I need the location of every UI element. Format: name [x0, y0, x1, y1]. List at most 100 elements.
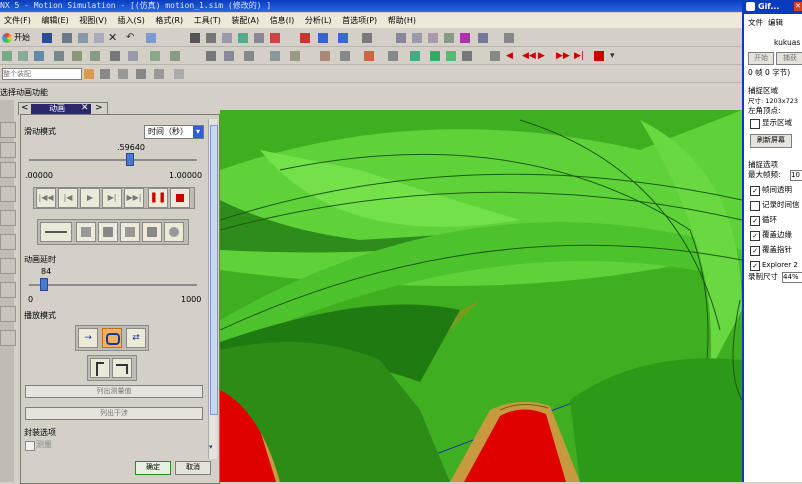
gif-menu-file[interactable]: 文件	[748, 18, 763, 28]
gear-icon[interactable]	[54, 51, 64, 61]
measure-icon[interactable]	[504, 33, 514, 43]
first-frame-icon[interactable]	[490, 51, 500, 61]
list-measure-button[interactable]: 列出测量值	[25, 385, 203, 398]
play-once-button[interactable]: →	[78, 328, 98, 348]
scroll-down-icon[interactable]: ▾	[209, 443, 213, 451]
point-icon[interactable]	[412, 33, 422, 43]
measure-tool[interactable]	[142, 222, 162, 242]
fast-forward-button[interactable]: ▶▶|	[124, 188, 144, 208]
menu-tools[interactable]: 工具(T)	[190, 13, 225, 28]
display-icon[interactable]	[206, 33, 216, 43]
marker-icon[interactable]	[170, 51, 180, 61]
cancel-button[interactable]: 取消	[175, 461, 211, 475]
copy-icon[interactable]	[78, 33, 88, 43]
gif-transparent-checkbox[interactable]: ✓	[750, 186, 760, 196]
simulation-navigator-icon[interactable]	[0, 186, 16, 202]
tab-close-icon[interactable]: ✕	[81, 103, 89, 114]
articulation-icon[interactable]	[430, 51, 440, 61]
stop-button[interactable]	[170, 188, 190, 208]
explode-icon[interactable]	[340, 51, 350, 61]
trace-tool[interactable]	[76, 222, 96, 242]
menu-file[interactable]: 文件(F)	[0, 13, 35, 28]
pause-button[interactable]: ❚❚	[148, 188, 168, 208]
tab-forward-icon[interactable]: >	[95, 103, 103, 114]
slider-mode-select[interactable]: 时间（秒） ▾	[144, 125, 204, 139]
tracker-tool[interactable]	[164, 222, 184, 242]
web-browser-icon[interactable]	[0, 258, 16, 274]
stop-icon[interactable]	[462, 51, 472, 61]
explode-tool[interactable]	[98, 222, 118, 242]
face-icon[interactable]	[460, 33, 470, 43]
joint-icon[interactable]	[34, 51, 44, 61]
undo-icon[interactable]: ↶	[126, 33, 136, 43]
torque-icon[interactable]	[128, 51, 138, 61]
gif-menu-edit[interactable]: 编辑	[768, 18, 783, 28]
trace-icon[interactable]	[320, 51, 330, 61]
menu-insert[interactable]: 插入(S)	[114, 13, 149, 28]
play-icon[interactable]	[446, 51, 456, 61]
history-icon[interactable]	[0, 210, 16, 226]
solver-icon[interactable]	[206, 51, 216, 61]
loop-button[interactable]	[102, 328, 122, 348]
menu-help[interactable]: 帮助(H)	[384, 13, 420, 28]
force-icon[interactable]	[110, 51, 120, 61]
edge-icon[interactable]	[444, 33, 454, 43]
list-interference-button[interactable]: 列出干涉	[25, 407, 203, 420]
gif-explorer-checkbox[interactable]: ✓	[750, 261, 760, 271]
menu-assembly[interactable]: 装配(A)	[227, 13, 263, 28]
gif-max-fps-input[interactable]: 10	[790, 170, 802, 181]
menu-view[interactable]: 视图(V)	[75, 13, 111, 28]
assembly-navigator-icon[interactable]	[0, 122, 16, 138]
interference-tool[interactable]	[120, 222, 140, 242]
palette-icon[interactable]	[0, 330, 16, 346]
gif-start-button[interactable]: 开始	[748, 52, 774, 65]
time-slider-thumb[interactable]	[126, 153, 135, 166]
scrollbar-thumb[interactable]	[210, 125, 218, 415]
interference-icon[interactable]	[364, 51, 374, 61]
graphics-viewport[interactable]	[220, 110, 742, 482]
layer-icon[interactable]	[190, 33, 200, 43]
role-icon[interactable]	[0, 282, 16, 298]
refresh-icon[interactable]	[270, 33, 280, 43]
contact-icon[interactable]	[150, 51, 160, 61]
gif-cover-pointer-checkbox[interactable]: ✓	[750, 246, 760, 256]
graph-icon[interactable]	[244, 51, 254, 61]
reuse-library-icon[interactable]	[0, 234, 16, 250]
cloud-icon[interactable]	[174, 69, 184, 79]
gif-record-size-input[interactable]: 44%	[782, 272, 802, 283]
body-icon[interactable]	[478, 33, 488, 43]
constraint-navigator-icon[interactable]	[0, 142, 16, 158]
play-back-icon[interactable]: ◀◀	[522, 51, 536, 61]
rotate-icon[interactable]	[238, 33, 248, 43]
dialog-scrollbar[interactable]: ▾	[208, 119, 218, 459]
cut-icon[interactable]	[62, 33, 72, 43]
menu-preferences[interactable]: 首选项(P)	[338, 13, 381, 28]
delete-icon[interactable]: ✕	[108, 32, 118, 43]
tab-back-icon[interactable]: <	[21, 103, 29, 114]
cube-icon[interactable]	[338, 33, 348, 43]
spreadsheet-icon[interactable]	[270, 51, 280, 61]
step-back-button[interactable]: |◀	[58, 188, 78, 208]
play-button[interactable]: ▶	[80, 188, 100, 208]
gif-cover-border-checkbox[interactable]: ✓	[750, 231, 760, 241]
gif-capture-button[interactable]: 捕获	[776, 52, 802, 65]
gif-loop-checkbox[interactable]: ✓	[750, 216, 760, 226]
next-frame-icon[interactable]: ▶▶	[556, 51, 570, 61]
measure-list-tool[interactable]	[40, 222, 72, 242]
filter-icon[interactable]	[100, 69, 110, 79]
link-icon[interactable]	[18, 51, 28, 61]
show-hide-icon[interactable]	[154, 69, 164, 79]
selection-filter-input[interactable]	[2, 68, 82, 80]
menu-edit[interactable]: 编辑(E)	[37, 13, 72, 28]
animation-icon[interactable]	[410, 51, 420, 61]
measure-tool-icon[interactable]	[388, 51, 398, 61]
gif-record-time-checkbox[interactable]	[750, 201, 760, 211]
select-icon[interactable]	[146, 33, 156, 43]
export-icon[interactable]	[290, 51, 300, 61]
ok-button[interactable]: 确定	[135, 461, 171, 475]
chevron-down-icon[interactable]: ▾	[193, 126, 203, 138]
zoom-icon[interactable]	[222, 33, 232, 43]
part-navigator-icon[interactable]	[0, 162, 16, 178]
delay-slider-track[interactable]	[29, 284, 197, 286]
damper-icon[interactable]	[90, 51, 100, 61]
